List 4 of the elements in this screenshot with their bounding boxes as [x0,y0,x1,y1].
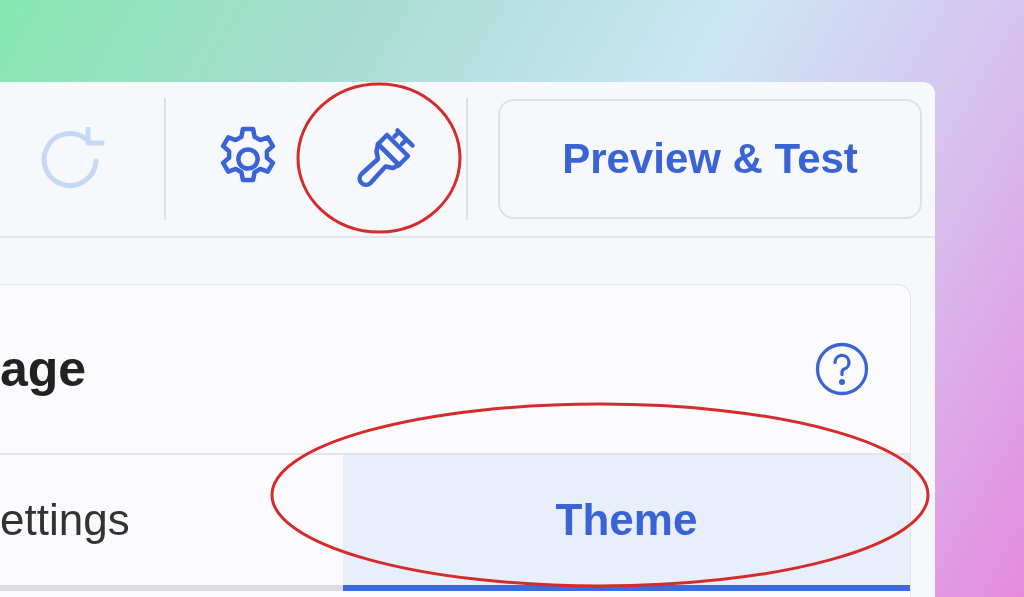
help-icon[interactable] [814,341,870,397]
preview-test-button[interactable]: Preview & Test [498,99,922,219]
tab[interactable]: Theme [343,455,910,591]
panel-title: age [0,340,87,398]
